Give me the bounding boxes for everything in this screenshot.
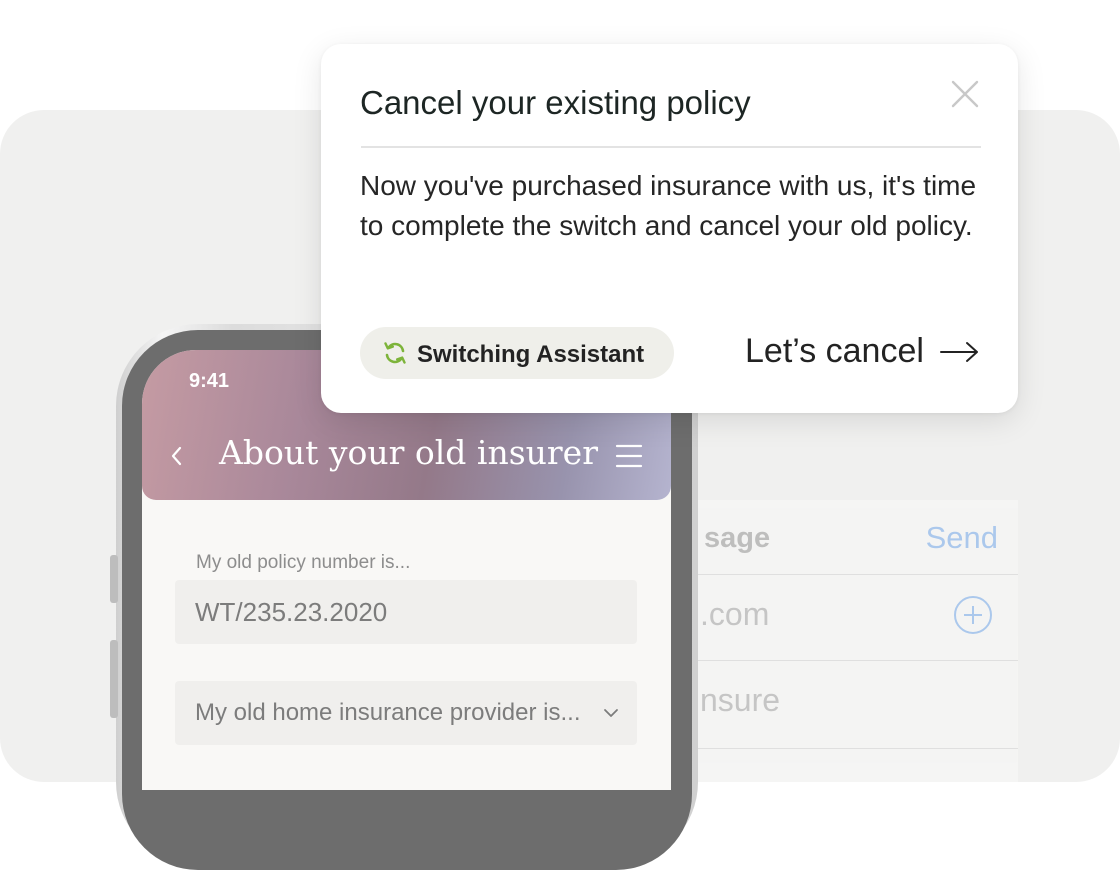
page-title: About your old insurer <box>219 433 598 472</box>
refresh-icon <box>382 340 408 371</box>
insurance-provider-select[interactable]: My old home insurance provider is... <box>175 681 637 745</box>
arrow-right-icon <box>939 338 981 371</box>
switching-assistant-chip[interactable]: Switching Assistant <box>360 327 674 379</box>
send-button[interactable]: Send <box>926 520 998 556</box>
chevron-down-icon <box>602 706 620 725</box>
phone-side-button <box>110 555 118 603</box>
plus-circle-icon[interactable] <box>954 596 992 634</box>
phone-screen: 9:41 About your old insurer My old polic… <box>142 350 671 790</box>
phone-side-button <box>110 640 118 718</box>
close-icon[interactable] <box>949 78 981 110</box>
chevron-left-icon[interactable] <box>168 442 186 475</box>
hamburger-menu-icon[interactable] <box>614 442 644 475</box>
email-to-field[interactable]: .com <box>700 596 769 633</box>
insurance-provider-placeholder: My old home insurance provider is... <box>195 699 581 726</box>
email-subject-field[interactable]: nsure <box>700 682 780 719</box>
modal-title: Cancel your existing policy <box>360 84 751 121</box>
lets-cancel-button[interactable]: Let’s cancel <box>745 332 981 372</box>
policy-number-input[interactable]: WT/235.23.2020 <box>175 580 637 644</box>
email-title: sage <box>704 522 771 554</box>
modal-divider <box>361 146 981 148</box>
modal-body-text: Now you've purchased insurance with us, … <box>360 170 977 241</box>
status-bar-time: 9:41 <box>189 370 230 392</box>
switching-assistant-label: Switching Assistant <box>417 341 645 368</box>
cancel-policy-modal: Cancel your existing policy Now you've p… <box>321 44 1018 413</box>
policy-number-label: My old policy number is... <box>196 552 411 573</box>
policy-number-value[interactable]: WT/235.23.2020 <box>195 597 387 628</box>
lets-cancel-label: Let’s cancel <box>745 332 924 370</box>
